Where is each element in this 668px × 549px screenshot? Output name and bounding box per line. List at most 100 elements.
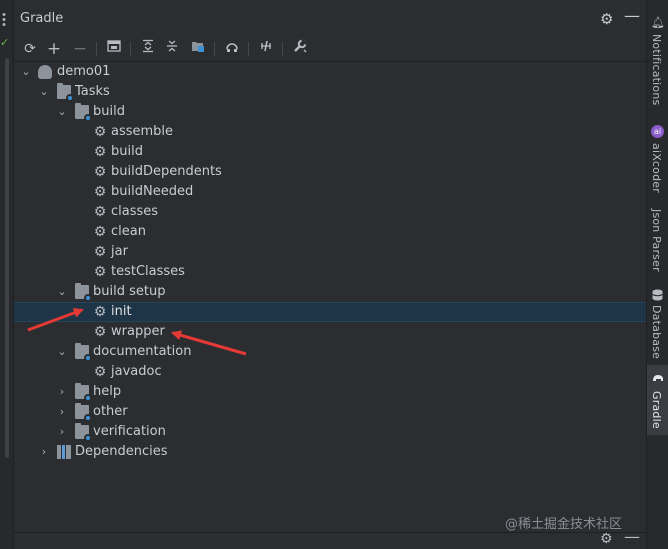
gear-icon: ⚙ [93, 164, 107, 180]
chevron-right-icon[interactable]: › [56, 402, 68, 422]
toolbar-divider [214, 42, 215, 56]
task-folder-icon [75, 383, 92, 402]
task-folder-icon [75, 103, 92, 122]
tree-node-help-group[interactable]: › help [14, 382, 646, 402]
gear-icon[interactable]: ⚙ [600, 531, 613, 547]
task-label: jar [111, 244, 128, 259]
tree-node-label: Tasks [75, 84, 110, 99]
tree-node-task[interactable]: ⚙ buildDependents [14, 162, 646, 182]
bell-icon: 🔔︎ [651, 16, 665, 29]
gradle-elephant-icon [38, 65, 52, 79]
gear-icon[interactable]: ⚙ [600, 10, 613, 28]
gradle-project-tree: ⌄ demo01 ⌄ Tasks ⌄ build ⚙ assemble ⚙ bu… [14, 62, 646, 532]
chevron-right-icon[interactable]: › [56, 422, 68, 442]
chevron-down-icon[interactable]: ⌄ [56, 102, 68, 122]
tree-node-build-setup-group[interactable]: ⌄ build setup [14, 282, 646, 302]
tree-node-task[interactable]: ⚙ jar [14, 242, 646, 262]
tab-label: Gradle [650, 391, 663, 429]
tab-label: Notifications [650, 34, 663, 106]
plus-icon[interactable]: + [44, 39, 64, 59]
chevron-right-icon[interactable]: › [38, 442, 50, 462]
tab-database[interactable]: Database [647, 283, 668, 363]
settings-wrench-icon[interactable] [290, 39, 310, 59]
task-label: classes [111, 204, 159, 219]
tree-node-task-selected[interactable]: ⚙ init [14, 302, 646, 322]
database-icon [651, 289, 664, 302]
tree-node-task[interactable]: ⚙ testClasses [14, 262, 646, 282]
tree-node-task[interactable]: ⚙ assemble [14, 122, 646, 142]
tab-label: Json Parser [650, 209, 663, 272]
tree-node-task[interactable]: ⚙ buildNeeded [14, 182, 646, 202]
tree-node-label: Dependencies [75, 444, 168, 459]
chevron-down-icon[interactable]: ⌄ [56, 282, 68, 302]
chevron-right-icon[interactable]: › [56, 382, 68, 402]
gear-icon: ⚙ [93, 204, 107, 220]
aixcoder-icon: ai [651, 125, 664, 138]
toggle-offline-icon[interactable] [104, 39, 124, 59]
panel-title: Gradle [20, 11, 64, 26]
gear-icon: ⚙ [93, 224, 107, 240]
chevron-down-icon[interactable]: ⌄ [56, 342, 68, 362]
task-label: init [111, 304, 132, 319]
chevron-down-icon[interactable]: ⌄ [38, 82, 50, 102]
tree-node-label: build [93, 104, 125, 119]
minimize-icon[interactable]: — [624, 6, 640, 25]
gear-icon: ⚙ [93, 264, 107, 280]
more-dots-icon[interactable] [2, 12, 6, 26]
tree-node-label: help [93, 384, 122, 399]
gradle-elephant-icon [651, 373, 664, 386]
toolbar-divider [248, 42, 249, 56]
tree-node-label: documentation [93, 344, 192, 359]
expand-all-icon[interactable] [138, 39, 158, 59]
execute-icon[interactable] [222, 39, 242, 59]
tree-node-task[interactable]: ⚙ wrapper [14, 322, 646, 342]
panel-header: Gradle ⚙ — [14, 0, 646, 36]
task-folder-icon [75, 283, 92, 302]
task-label: buildDependents [111, 164, 222, 179]
tree-node-verification-group[interactable]: › verification [14, 422, 646, 442]
tree-node-label: other [93, 404, 128, 419]
task-label: assemble [111, 124, 174, 139]
tree-node-dependencies[interactable]: › Dependencies [14, 442, 646, 462]
tab-json-parser[interactable]: Json Parser [647, 205, 668, 277]
tree-node-documentation-group[interactable]: ⌄ documentation [14, 342, 646, 362]
task-label: javadoc [111, 364, 162, 379]
left-scrollbar[interactable] [5, 58, 9, 458]
toolbar-divider [282, 42, 283, 56]
task-folder-icon [75, 343, 92, 362]
task-folder-icon [57, 83, 74, 102]
tree-node-task[interactable]: ⚙ clean [14, 222, 646, 242]
tree-node-task[interactable]: ⚙ javadoc [14, 362, 646, 382]
chevron-down-icon[interactable]: ⌄ [20, 62, 32, 82]
tree-node-build-group[interactable]: ⌄ build [14, 102, 646, 122]
gradle-tool-window: Gradle ⚙ — ⟳ + − ⌄ demo01 ⌄ Tasks ⌄ buil… [14, 0, 646, 549]
minimize-icon[interactable]: — [624, 527, 640, 546]
task-folder-icon [75, 403, 92, 422]
tab-aixcoder[interactable]: ai aiXcoder [647, 118, 668, 198]
gear-icon: ⚙ [93, 124, 107, 140]
watermark: @稀土掘金技术社区 [505, 517, 623, 532]
task-label: build [111, 144, 143, 159]
tree-node-other-group[interactable]: › other [14, 402, 646, 422]
tree-node-tasks[interactable]: ⌄ Tasks [14, 82, 646, 102]
toggle-tests-icon[interactable] [256, 39, 276, 59]
tree-node-task[interactable]: ⚙ classes [14, 202, 646, 222]
tree-node-project[interactable]: ⌄ demo01 [14, 62, 646, 82]
tree-node-label: demo01 [57, 64, 111, 79]
tab-gradle[interactable]: Gradle [647, 365, 668, 435]
minus-icon: − [72, 39, 88, 59]
left-tool-strip: ✓ [0, 0, 14, 549]
tree-node-task[interactable]: ⚙ build [14, 142, 646, 162]
collapse-all-icon[interactable] [162, 39, 182, 59]
task-label: buildNeeded [111, 184, 194, 199]
tab-notifications[interactable]: 🔔︎ Notifications [647, 10, 668, 110]
refresh-icon[interactable]: ⟳ [20, 39, 40, 59]
task-label: clean [111, 224, 146, 239]
group-icon[interactable] [188, 39, 208, 59]
gear-icon: ⚙ [93, 144, 107, 160]
toolbar-divider [96, 42, 97, 56]
gear-icon: ⚙ [93, 324, 107, 340]
tree-node-label: build setup [93, 284, 166, 299]
gear-icon: ⚙ [93, 304, 107, 320]
toolbar-divider [130, 42, 131, 56]
